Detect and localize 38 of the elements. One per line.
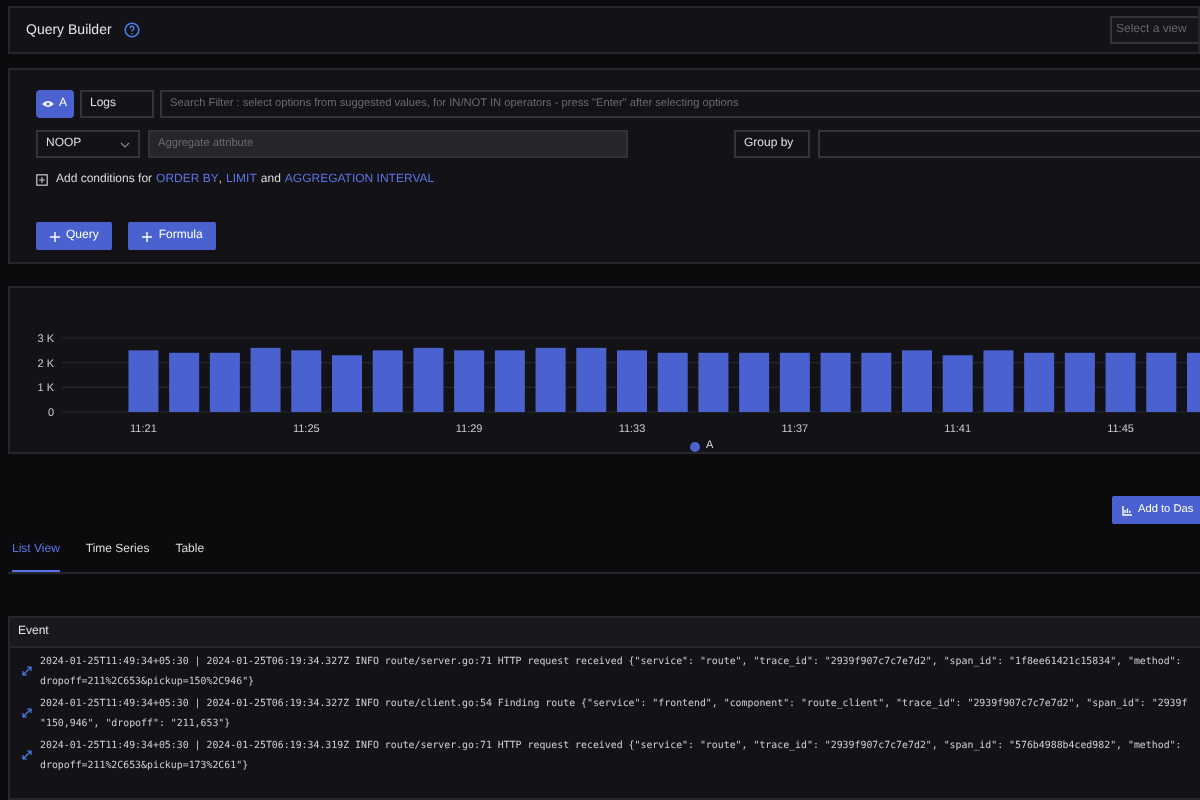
chart-bar (902, 350, 932, 412)
chart-bar (576, 347, 607, 412)
chart-bar (454, 350, 485, 412)
chart-bar (861, 352, 892, 412)
chart-bar (535, 347, 566, 412)
chart-bar (698, 352, 729, 412)
chart-bar (1146, 352, 1177, 412)
group-by-field[interactable] (818, 130, 1200, 158)
chart-bar (942, 355, 973, 412)
chart-bar (739, 352, 770, 412)
chart-bar (209, 352, 240, 412)
chart-bar (413, 347, 444, 412)
expand-arrow-icon[interactable] (22, 750, 32, 760)
chart-bar (372, 350, 403, 412)
chart-bar (169, 352, 200, 412)
chart-bar (250, 347, 281, 412)
chart-bar (1105, 352, 1136, 412)
chart-bar (617, 350, 647, 412)
chart-bar (1024, 352, 1055, 412)
chart-bar (820, 352, 851, 412)
expand-arrow-icon[interactable] (22, 708, 32, 718)
chart-bar (1187, 352, 1200, 412)
eye-icon (42, 100, 55, 108)
chart-bar (332, 355, 362, 412)
chart-bar (1064, 352, 1095, 412)
chart-bar (291, 350, 322, 412)
chart-bar (983, 350, 1014, 412)
chart-bar (657, 352, 688, 412)
chevron-icon (120, 141, 130, 147)
chart-bar (128, 350, 159, 412)
help-icon[interactable] (123, 22, 140, 38)
plus-icon (142, 231, 153, 241)
expand-arrow-icon[interactable] (22, 666, 32, 676)
chart-bar (494, 350, 525, 412)
chart-bar (779, 352, 810, 412)
expand-icon[interactable] (36, 174, 48, 186)
chart-icon (1122, 505, 1132, 515)
plus-icon (50, 231, 60, 241)
